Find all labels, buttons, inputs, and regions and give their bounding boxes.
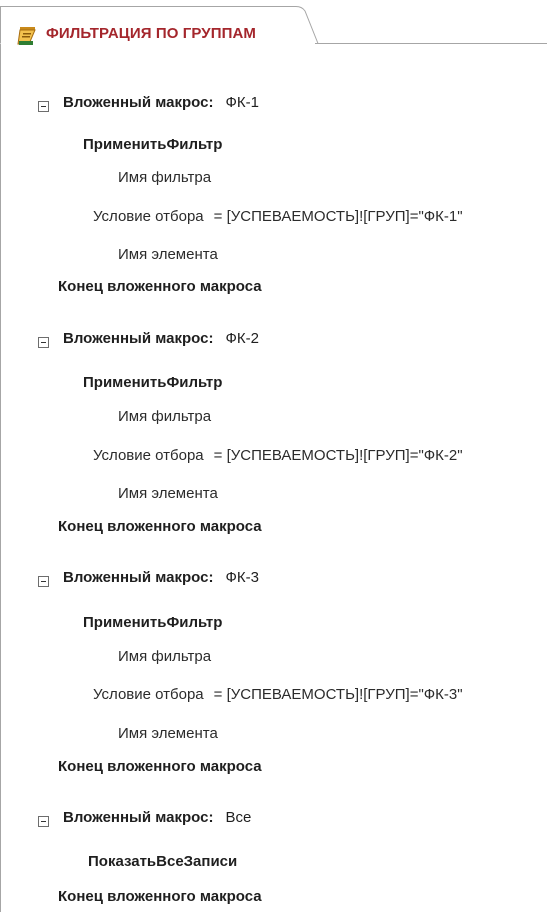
submacro-label: Вложенный макрос: — [63, 809, 214, 826]
submacro-name[interactable]: ФК-3 — [225, 569, 258, 586]
document-tab-strip: ФИЛЬТРАЦИЯ ПО ГРУППАМ — [0, 0, 547, 45]
argument-row[interactable]: Условие отбора = [УСПЕВАЕМОСТЬ]![ГРУП]="Ф… — [93, 207, 463, 227]
submacro-label: Вложенный макрос: — [63, 330, 214, 347]
submacro-name[interactable]: ФК-2 — [225, 330, 258, 347]
argument-row[interactable]: Имя фильтра — [118, 407, 211, 427]
tab-title: ФИЛЬТРАЦИЯ ПО ГРУППАМ — [46, 25, 256, 42]
argument-row[interactable]: Имя элемента — [118, 724, 218, 744]
argument-row[interactable]: Имя элемента — [118, 484, 218, 504]
action-name[interactable]: ПоказатьВсеЗаписи — [88, 852, 237, 872]
submacro-header[interactable]: Вложенный макрос: ФК-3 — [63, 568, 259, 588]
collapse-toggle-icon[interactable] — [38, 576, 49, 587]
submacro-end: Конец вложенного макроса — [58, 758, 262, 775]
argument-label: Имя фильтра — [118, 648, 212, 665]
action-name[interactable]: ПрименитьФильтр — [83, 135, 222, 155]
argument-row[interactable]: Имя элемента — [118, 245, 218, 265]
argument-value[interactable]: = [УСПЕВАЕМОСТЬ]![ГРУП]="ФК-2" — [214, 447, 463, 464]
action-name[interactable]: ПрименитьФильтр — [83, 373, 222, 393]
submacro-end: Конец вложенного макроса — [58, 518, 262, 535]
argument-label: Условие отбора — [93, 447, 204, 464]
argument-label: Условие отбора — [93, 208, 204, 225]
argument-row[interactable]: Условие отбора = [УСПЕВАЕМОСТЬ]![ГРУП]="Ф… — [93, 685, 463, 705]
argument-label: Имя элемента — [118, 246, 218, 263]
submacro-header[interactable]: Вложенный макрос: ФК-2 — [63, 329, 259, 349]
argument-label: Условие отбора — [93, 686, 204, 703]
argument-label: Имя элемента — [118, 485, 218, 502]
collapse-toggle-icon[interactable] — [38, 337, 49, 348]
submacro-end: Конец вложенного макроса — [58, 888, 262, 905]
submacro-label: Вложенный макрос: — [63, 569, 214, 586]
submacro-label: Вложенный макрос: — [63, 94, 214, 111]
argument-label: Имя элемента — [118, 725, 218, 742]
collapse-toggle-icon[interactable] — [38, 101, 49, 112]
argument-row[interactable]: Условие отбора = [УСПЕВАЕМОСТЬ]![ГРУП]="Ф… — [93, 446, 463, 466]
argument-value[interactable]: = [УСПЕВАЕМОСТЬ]![ГРУП]="ФК-3" — [214, 686, 463, 703]
argument-row[interactable]: Имя фильтра — [118, 168, 211, 188]
submacro-header[interactable]: Вложенный макрос: ФК-1 — [63, 93, 259, 113]
submacro-header[interactable]: Вложенный макрос: Все — [63, 808, 251, 828]
submacro-name[interactable]: Все — [225, 809, 251, 826]
collapse-toggle-icon[interactable] — [38, 816, 49, 827]
submacro-end: Конец вложенного макроса — [58, 278, 262, 295]
submacro-name[interactable]: ФК-1 — [225, 94, 258, 111]
macro-editor[interactable]: Вложенный макрос: ФК-1 ПрименитьФильтр Им… — [0, 44, 547, 912]
argument-label: Имя фильтра — [118, 169, 212, 186]
argument-row[interactable]: Имя фильтра — [118, 647, 211, 667]
action-name[interactable]: ПрименитьФильтр — [83, 613, 222, 633]
argument-value[interactable]: = [УСПЕВАЕМОСТЬ]![ГРУП]="ФК-1" — [214, 208, 463, 225]
argument-label: Имя фильтра — [118, 408, 212, 425]
